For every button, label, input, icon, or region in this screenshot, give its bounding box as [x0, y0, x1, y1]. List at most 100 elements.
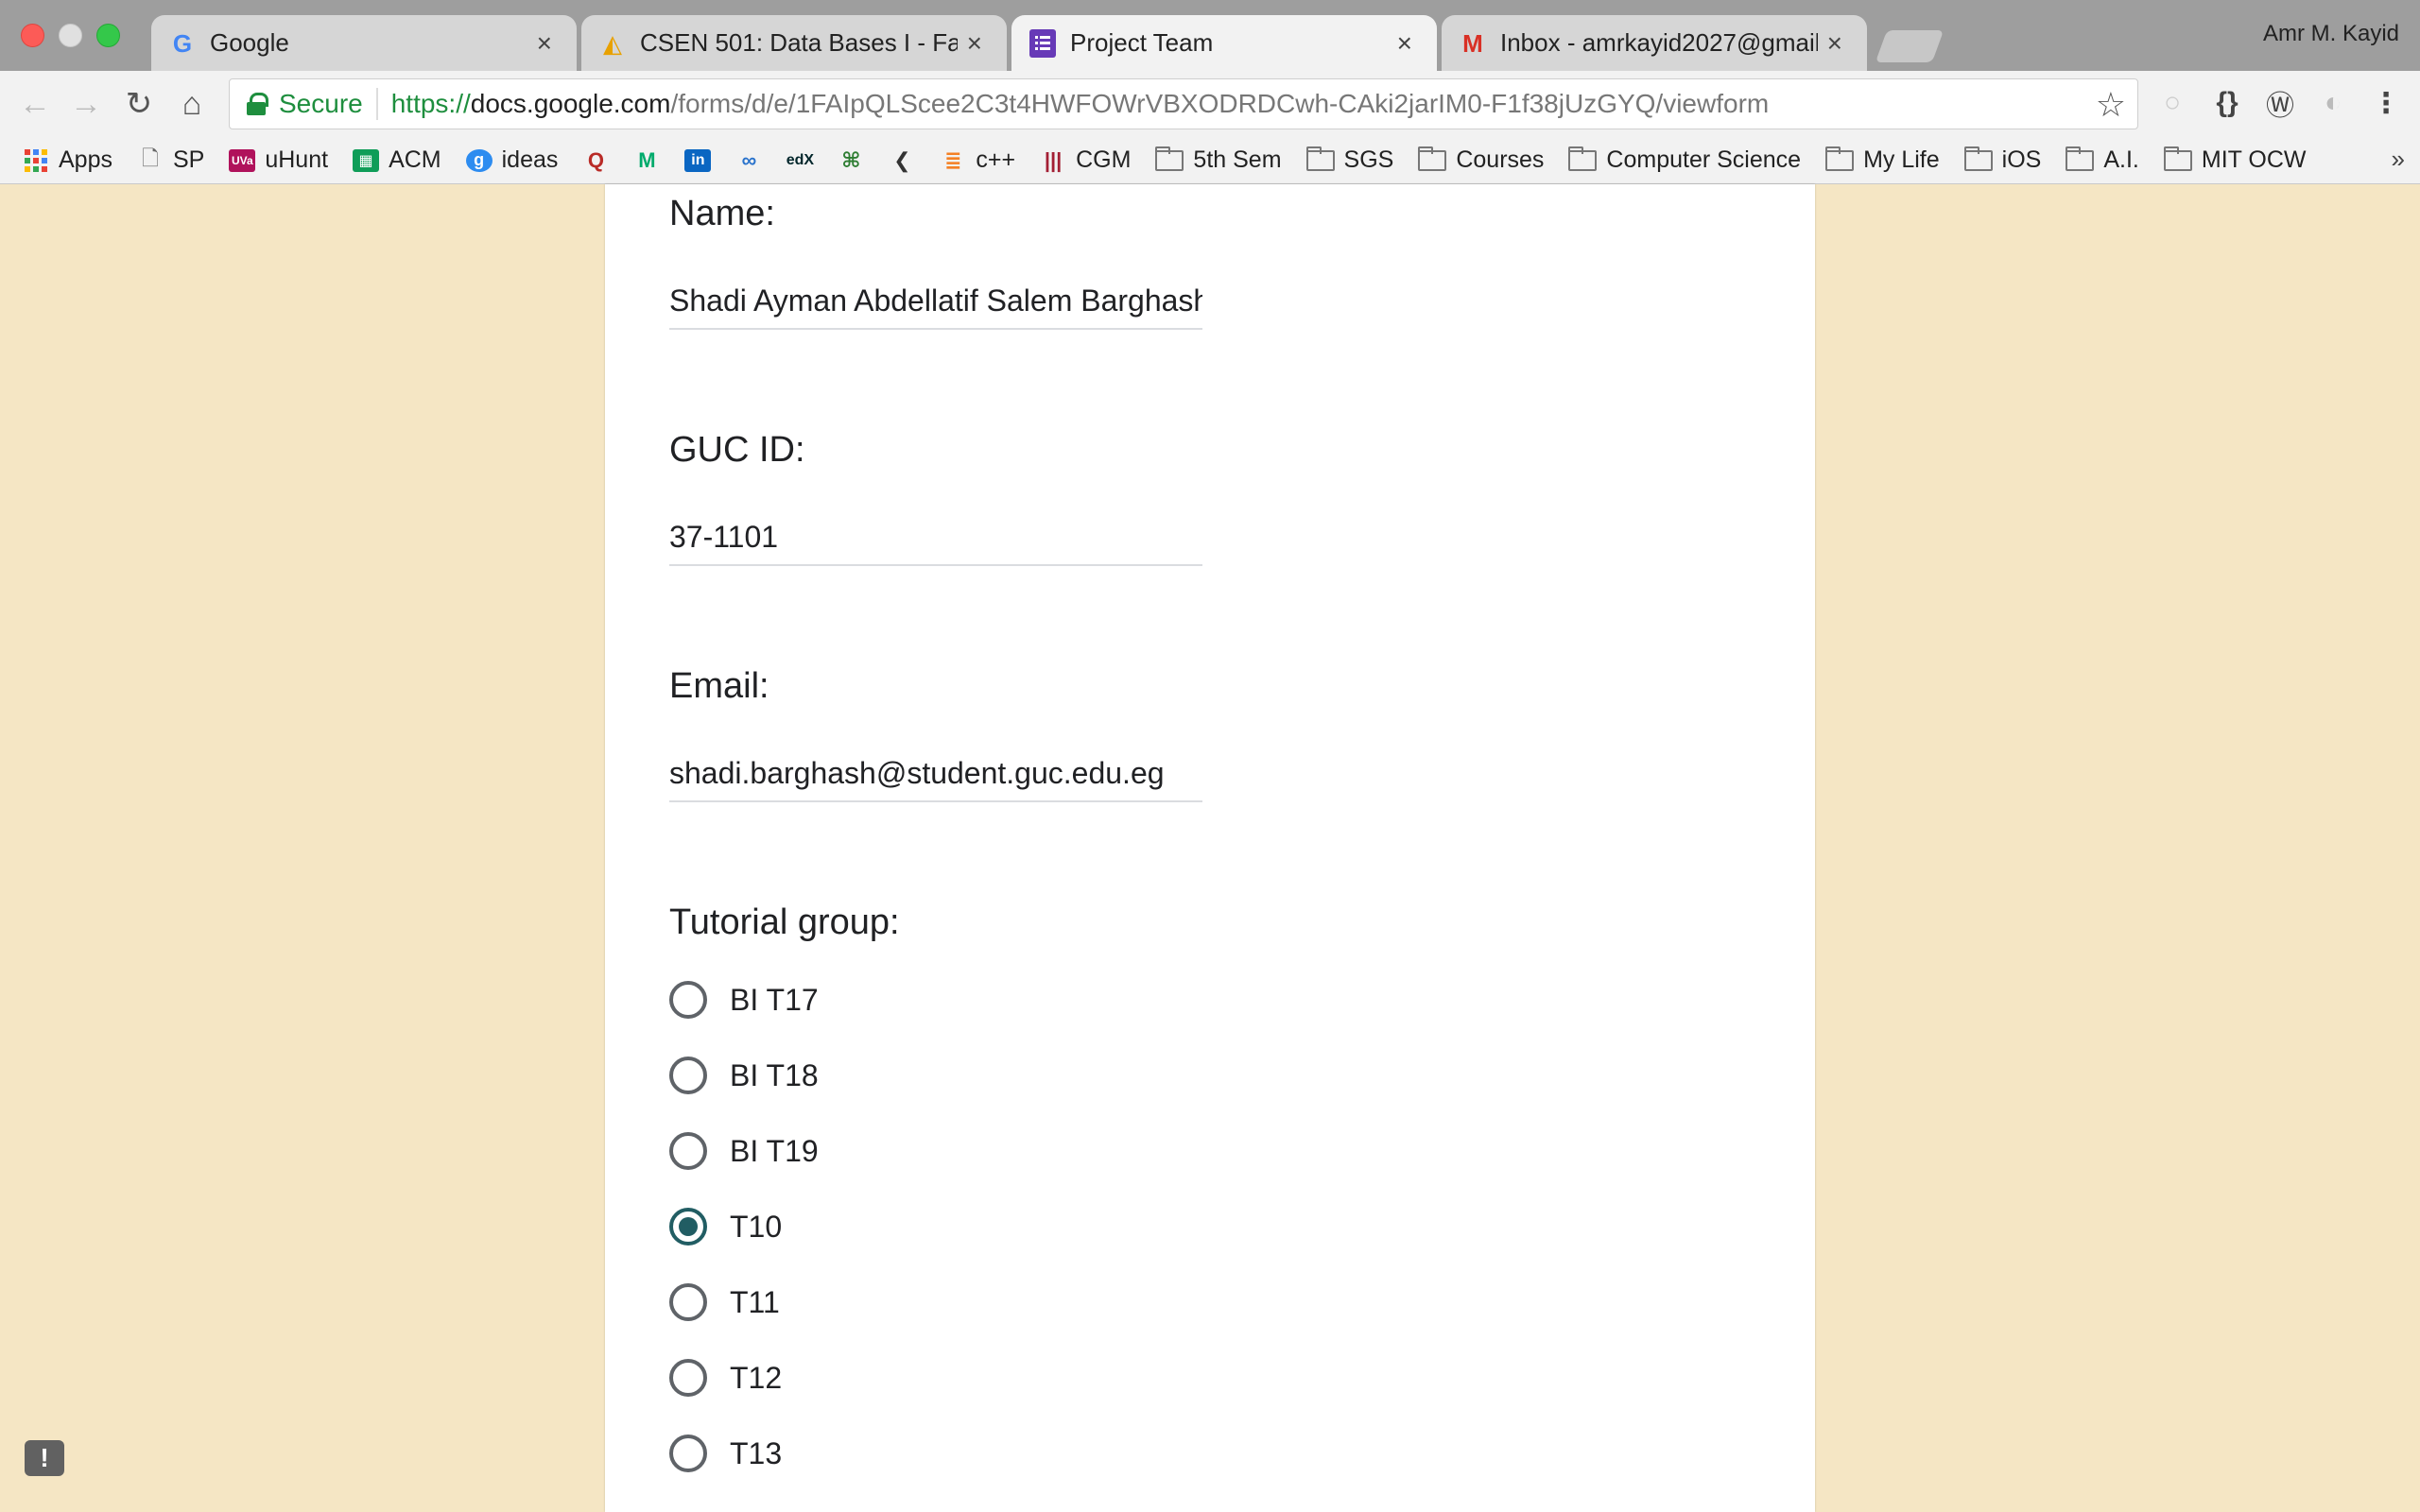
bookmark-edx[interactable]: edX	[786, 149, 822, 172]
reload-icon[interactable]: ↻	[119, 84, 159, 124]
bookmark-folder-ios[interactable]: iOS	[1963, 146, 2042, 174]
forms-icon	[1028, 29, 1057, 58]
home-icon[interactable]: ⌂	[172, 84, 212, 124]
forward-arrow-icon[interactable]: →	[66, 84, 106, 124]
bookmark-apps[interactable]: Apps	[23, 146, 112, 174]
radio-button[interactable]	[669, 1359, 707, 1397]
close-icon[interactable]: ×	[537, 28, 552, 59]
tutorial-group-label: Tutorial group:	[669, 902, 900, 942]
new-tab-button[interactable]	[1875, 30, 1945, 62]
close-icon[interactable]: ×	[1827, 28, 1842, 59]
cgm-icon: |||	[1044, 147, 1063, 172]
folder-icon	[1305, 146, 1335, 171]
radio-button[interactable]	[669, 981, 707, 1019]
radio-option-label: T10	[730, 1209, 783, 1244]
feedback-icon[interactable]: !	[25, 1440, 64, 1476]
profile-name[interactable]: Amr M. Kayid	[2263, 21, 2399, 47]
chevron-more-icon[interactable]: »	[2392, 145, 2405, 174]
bookmark-cpp[interactable]: ≣ c++	[940, 146, 1015, 174]
bookmark-folder-5th-sem[interactable]: 5th Sem	[1155, 146, 1282, 174]
bookmark-cgm[interactable]: ||| CGM	[1040, 146, 1132, 174]
bookmark-folder-computer-science[interactable]: Computer Science	[1568, 146, 1801, 174]
tab-google[interactable]: G Google ×	[151, 15, 577, 71]
bookmark-ideas[interactable]: g ideas	[465, 146, 559, 174]
bookmark-folder-mit-ocw[interactable]: MIT OCW	[2163, 146, 2307, 174]
address-bar[interactable]: Secure https://docs.google.com/forms/d/e…	[229, 78, 2138, 129]
tab-course[interactable]: ◭ CSEN 501: Data Bases I - Facu ×	[581, 15, 1007, 71]
bookmark-folder-sgs[interactable]: SGS	[1305, 146, 1393, 174]
bookmark-folder-ai[interactable]: A.I.	[2066, 146, 2139, 174]
url-host: docs.google.com	[470, 89, 671, 118]
sheet-icon: ▦	[353, 148, 380, 172]
folder-icon	[1825, 146, 1855, 171]
radio-option-t11[interactable]: T11	[669, 1279, 780, 1326]
radio-option-bi-t18[interactable]: BI T18	[669, 1052, 819, 1099]
bookmark-codeforces[interactable]: ❮	[889, 147, 925, 172]
extension-w-icon[interactable]: Ⓦ	[2261, 84, 2299, 122]
radio-option-bi-t19[interactable]: BI T19	[669, 1127, 819, 1175]
google-icon: G	[172, 28, 193, 58]
back-arrow-icon[interactable]: ←	[15, 84, 55, 124]
email-input[interactable]: shadi.barghash@student.guc.edu.eg	[669, 747, 1202, 802]
bookmark-acm[interactable]: ▦ ACM	[353, 146, 441, 174]
uva-icon: UVa	[229, 148, 256, 172]
radio-option-label: T12	[730, 1360, 783, 1395]
minimize-window-button[interactable]	[59, 24, 82, 47]
tab-title: CSEN 501: Data Bases I - Facu	[640, 28, 958, 57]
radio-option-label: BI T17	[730, 982, 819, 1017]
url-path: /forms/d/e/1FAIpQLScee2C3t4HWFOWrVBXODRD…	[670, 89, 1770, 118]
bookmark-medium[interactable]: M	[633, 147, 669, 172]
star-bookmark-icon[interactable]: ☆	[2096, 85, 2126, 125]
bookmark-coursera[interactable]: ∞	[735, 148, 771, 172]
apps-grid-icon	[23, 148, 49, 172]
bookmark-command[interactable]: ⌘	[838, 148, 873, 172]
folder-icon	[2163, 146, 2192, 171]
folder-icon	[1963, 146, 1993, 171]
bookmark-label: iOS	[2001, 146, 2042, 173]
close-icon[interactable]: ×	[1397, 28, 1412, 59]
tab-strip: G Google × ◭ CSEN 501: Data Bases I - Fa…	[0, 0, 2420, 71]
tab-project-team[interactable]: Project Team ×	[1011, 15, 1437, 71]
tab-inbox[interactable]: M Inbox - amrkayid2027@gmail.c ×	[1442, 15, 1867, 71]
quora-icon: Q	[587, 147, 604, 172]
radio-button[interactable]	[669, 1132, 707, 1170]
radio-button-selected[interactable]	[669, 1208, 707, 1246]
close-window-button[interactable]	[21, 24, 44, 47]
bookmark-label: Computer Science	[1606, 146, 1802, 173]
radio-option-t10[interactable]: T10	[669, 1203, 782, 1250]
tab-title: Google	[210, 28, 289, 57]
course-icon: ◭	[603, 28, 622, 58]
radio-button[interactable]	[669, 1057, 707, 1094]
name-input[interactable]: Shadi Ayman Abdellatif Salem Barghash	[669, 275, 1202, 330]
radio-option-label: T11	[730, 1284, 780, 1319]
radio-button[interactable]	[669, 1435, 707, 1472]
bookmark-linkedin[interactable]: in	[684, 148, 720, 172]
medium-icon: M	[638, 147, 656, 172]
menu-kebab-icon[interactable]: ⋮	[2367, 84, 2405, 122]
codeforces-icon: ❮	[893, 147, 911, 172]
bookmark-label: CGM	[1076, 146, 1132, 173]
bookmark-label: c++	[976, 146, 1016, 173]
extension-circle-icon[interactable]: ○	[2153, 84, 2191, 122]
bookmark-folder-my-life[interactable]: My Life	[1825, 146, 1940, 174]
extension-moon-icon[interactable]: ◐	[2314, 84, 2352, 122]
browser-toolbar: ← → ↻ ⌂ Secure https://docs.google.com/f…	[0, 71, 2420, 137]
bookmark-label: SP	[172, 146, 205, 173]
bookmark-sp[interactable]: 🗋 SP	[137, 146, 204, 174]
email-label: Email:	[669, 666, 769, 706]
radio-option-t12[interactable]: T12	[669, 1354, 782, 1401]
bookmark-label: ideas	[501, 146, 559, 173]
url-scheme: https://	[390, 89, 471, 118]
bookmark-quora[interactable]: Q	[582, 147, 618, 172]
json-braces-icon[interactable]: {}	[2208, 84, 2246, 122]
radio-option-t13[interactable]: T13	[669, 1430, 782, 1477]
bookmark-folder-courses[interactable]: Courses	[1418, 146, 1544, 174]
close-icon[interactable]: ×	[967, 28, 982, 59]
bookmark-uhunt[interactable]: UVa uHunt	[229, 146, 328, 174]
maximize-window-button[interactable]	[96, 24, 120, 47]
radio-button[interactable]	[669, 1283, 707, 1321]
guc-id-label: GUC ID:	[669, 430, 805, 470]
url-text[interactable]: https://docs.google.com/forms/d/e/1FAIpQ…	[391, 89, 1770, 119]
radio-option-bi-t17[interactable]: BI T17	[669, 976, 819, 1023]
guc-id-input[interactable]: 37-1101	[669, 511, 1202, 566]
